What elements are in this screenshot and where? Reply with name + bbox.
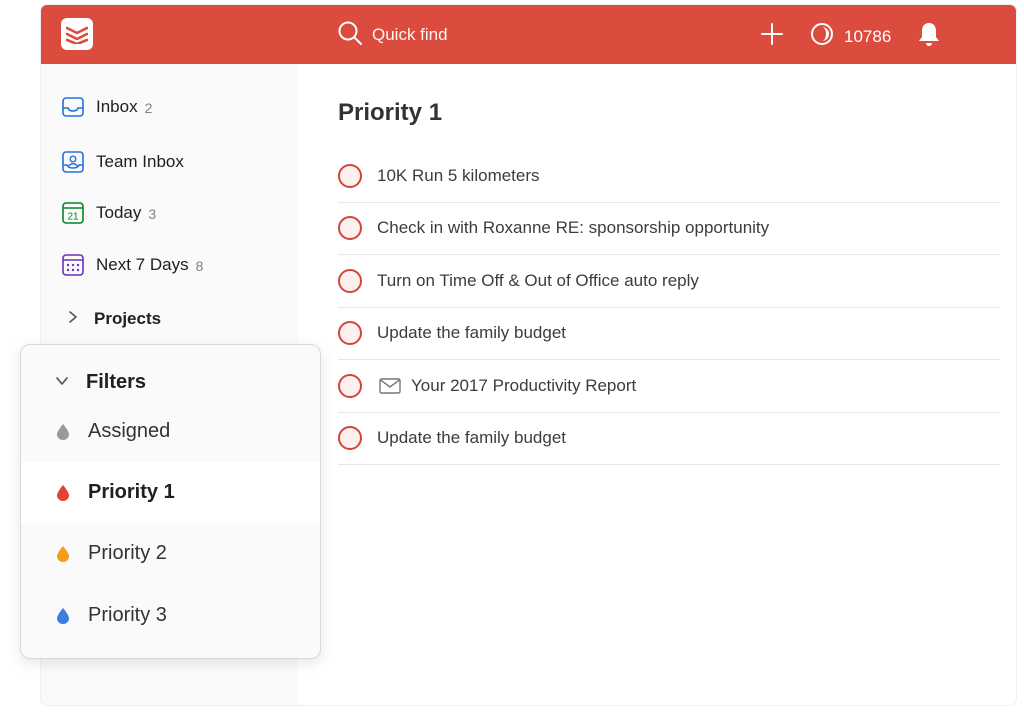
- sidebar-projects-toggle[interactable]: Projects: [68, 304, 161, 334]
- task-checkbox[interactable]: [338, 268, 362, 293]
- filters-panel: Filters Assigned Priority 1 Priority 2 P…: [20, 344, 321, 659]
- filter-item-label: Priority 3: [88, 604, 167, 626]
- sidebar-item-count: 2: [144, 100, 153, 116]
- calendar-today-icon: 21: [61, 201, 85, 225]
- filter-item-label: Assigned: [88, 420, 171, 442]
- task-list: 10K Run 5 kilometers Check in with Roxan…: [338, 150, 1000, 465]
- sidebar-item-label: Team Inbox: [96, 152, 184, 171]
- chevron-down-icon: [55, 373, 69, 391]
- task-row: Your 2017 Productivity Report: [338, 360, 1000, 413]
- task-content[interactable]: Your 2017 Productivity Report: [411, 376, 636, 396]
- top-bar: Quick find 10786: [41, 5, 1016, 64]
- task-content[interactable]: Turn on Time Off & Out of Office auto re…: [377, 271, 699, 291]
- task-checkbox[interactable]: [338, 163, 362, 188]
- mail-icon: [379, 378, 401, 394]
- calendar-day-number: 21: [67, 212, 79, 223]
- task-row: Check in with Roxanne RE: sponsorship op…: [338, 203, 1000, 255]
- filter-item-priority-3[interactable]: Priority 3: [21, 585, 320, 646]
- task-content[interactable]: 10K Run 5 kilometers: [377, 166, 540, 186]
- todoist-logo-icon[interactable]: [61, 18, 93, 50]
- main-content: Priority 1 10K Run 5 kilometers Check in…: [338, 64, 1016, 705]
- task-checkbox[interactable]: [338, 426, 362, 451]
- filter-item-label: Priority 2: [88, 542, 167, 564]
- quick-find-search[interactable]: Quick find: [337, 20, 448, 50]
- filters-heading: Filters: [86, 370, 147, 393]
- task-content[interactable]: Check in with Roxanne RE: sponsorship op…: [377, 218, 769, 238]
- page-title: Priority 1: [338, 99, 443, 126]
- team-inbox-icon: [61, 150, 85, 174]
- filter-item-label: Priority 1: [88, 481, 175, 503]
- task-content[interactable]: Update the family budget: [377, 428, 566, 448]
- task-checkbox[interactable]: [338, 321, 362, 346]
- quick-find-label: Quick find: [372, 25, 448, 44]
- task-row: Turn on Time Off & Out of Office auto re…: [338, 255, 1000, 308]
- task-row: 10K Run 5 kilometers: [338, 150, 1000, 203]
- drop-icon: [56, 607, 70, 624]
- sidebar-item-today[interactable]: 21 Today 3: [61, 198, 156, 228]
- sidebar-item-label: Next 7 Days: [96, 255, 189, 274]
- drop-icon: [56, 545, 70, 562]
- filter-item-priority-2[interactable]: Priority 2: [21, 523, 320, 584]
- projects-label: Projects: [94, 309, 162, 328]
- karma-button[interactable]: 10786: [810, 22, 891, 51]
- inbox-icon: [61, 95, 85, 119]
- sidebar-item-team-inbox[interactable]: Team Inbox: [61, 147, 191, 177]
- calendar-week-icon: [61, 253, 85, 277]
- sidebar-item-next-7-days[interactable]: Next 7 Days 8: [61, 250, 203, 280]
- task-checkbox[interactable]: [338, 373, 362, 398]
- sidebar-item-inbox[interactable]: Inbox 2: [61, 92, 152, 122]
- karma-count: 10786: [844, 26, 892, 46]
- filters-toggle[interactable]: Filters: [55, 367, 146, 397]
- task-content[interactable]: Update the family budget: [377, 323, 566, 343]
- task-row: Update the family budget: [338, 413, 1000, 465]
- filter-item-priority-1[interactable]: Priority 1: [21, 462, 320, 523]
- karma-icon: [810, 22, 834, 51]
- drop-icon: [56, 423, 70, 440]
- add-task-plus-icon[interactable]: [761, 23, 783, 50]
- notifications-bell-icon[interactable]: [917, 21, 941, 52]
- search-icon: [337, 20, 363, 51]
- drop-icon: [56, 484, 70, 501]
- task-checkbox[interactable]: [338, 216, 362, 241]
- sidebar-item-count: 3: [148, 206, 157, 222]
- task-row: Update the family budget: [338, 308, 1000, 360]
- sidebar-item-count: 8: [195, 258, 204, 274]
- chevron-right-icon: [68, 310, 78, 329]
- sidebar-item-label: Today: [96, 203, 142, 222]
- filter-item-assigned[interactable]: Assigned: [21, 401, 320, 462]
- sidebar-item-label: Inbox: [96, 97, 138, 116]
